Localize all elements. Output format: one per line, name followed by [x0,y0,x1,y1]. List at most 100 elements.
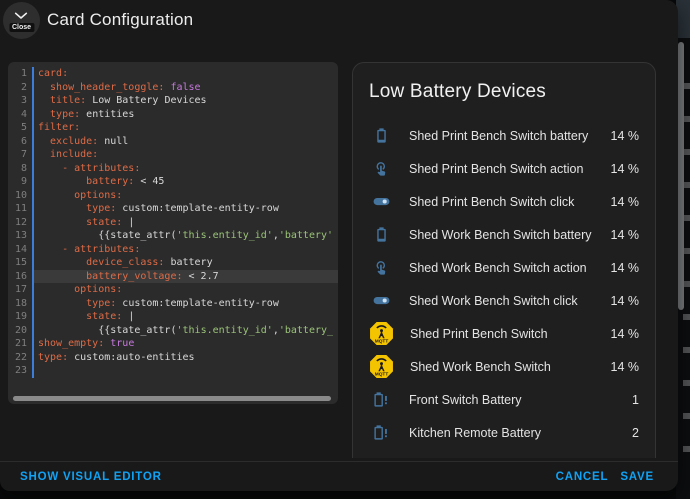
line-number: 19 [8,310,34,324]
code-line-content: options: [38,189,123,201]
occluded-page-content [683,60,690,460]
line-number: 2 [8,80,34,94]
line-number: 10 [8,188,34,202]
code-line-content: {{state_attr('this.entity_id','battery' [38,230,334,241]
code-line-content: show_header_toggle: false [38,81,201,93]
chevron-down-icon [14,12,28,19]
entity-state: 14 % [610,161,640,176]
battery-alert-icon [369,424,393,441]
entity-row[interactable]: MQTT Shed Print Bench Switch 14 % [369,317,639,350]
gesture-tap-icon [369,259,393,276]
page-title: Card Configuration [47,10,194,29]
line-number: 12 [8,215,34,229]
entity-state: 2 [632,425,639,440]
entity-name: Shed Print Bench Switch click [409,194,575,209]
line-number: 21 [8,337,34,351]
entity-row[interactable]: Shed Print Bench Switch click 14 % [369,185,639,218]
code-line-content: - attributes: [38,243,141,255]
code-line: 16 battery_voltage: < 2.7 [8,269,338,283]
code-line: 14 - attributes: [8,242,338,256]
page-vertical-scrollbar[interactable] [678,42,684,310]
entity-name: Shed Print Bench Switch battery [409,128,589,143]
code-line: 13 {{state_attr('this.entity_id','batter… [8,229,338,243]
line-number: 7 [8,148,34,162]
entity-name: Shed Work Bench Switch [410,359,551,374]
code-line-content: - attributes: [38,162,141,174]
entity-row[interactable]: Shed Work Bench Switch action 14 % [369,251,639,284]
cancel-button[interactable]: CANCEL [550,467,615,487]
entity-state: 14 % [610,359,640,374]
code-line: 4 type: entities [8,107,338,121]
mqtt-device-icon: MQTT [369,321,394,346]
entity-row[interactable]: MQTT Shed Work Bench Switch 14 % [369,350,639,383]
line-number: 22 [8,350,34,364]
editor-horizontal-scrollbar[interactable] [13,396,331,401]
entity-row[interactable]: Front Switch Battery 1 [369,383,639,416]
line-number: 8 [8,161,34,175]
preview-card: Low Battery Devices Shed Print Bench Swi… [352,62,656,458]
line-number: 11 [8,202,34,216]
code-line-content: state: | [38,216,135,228]
code-line-content: type: custom:template-entity-row [38,297,279,309]
code-line: 7 include: [8,148,338,162]
code-line-content [34,364,338,378]
entity-name: Kitchen Remote Battery [409,425,542,440]
code-line-content: state: | [38,311,135,322]
battery-icon [369,127,393,144]
code-line-content: device_class: battery [38,257,213,268]
entity-state: 14 % [610,326,640,341]
entity-row[interactable]: Shed Work Bench Switch battery 14 % [369,218,639,251]
code-line: 17 options: [8,283,338,297]
code-line: 8 - attributes: [8,161,338,175]
code-line-content: title: Low Battery Devices [38,95,207,106]
entity-row[interactable]: Shed Print Bench Switch action 14 % [369,152,639,185]
entity-row[interactable]: Kitchen Remote Battery 2 [369,416,639,449]
code-line: 6 exclude: null [8,134,338,148]
line-number: 14 [8,242,34,256]
dialog-footer: SHOW VISUAL EDITOR CANCEL SAVE [0,461,678,491]
entity-name: Shed Work Bench Switch battery [409,227,592,242]
toggle-switch-icon [369,291,393,310]
line-number: 16 [8,269,34,283]
entity-name: Shed Work Bench Switch click [409,293,578,308]
code-line: 12 state: | [8,215,338,229]
svg-text:MQTT: MQTT [375,338,389,344]
card-preview-pane: Low Battery Devices Shed Print Bench Swi… [346,56,672,458]
code-line-content: exclude: null [38,135,129,147]
line-number: 6 [8,134,34,148]
entity-row[interactable]: Shed Print Bench Switch battery 14 % [369,119,639,152]
line-number: 5 [8,121,34,135]
line-number: 18 [8,296,34,310]
battery-alert-icon [369,457,393,458]
entity-row[interactable]: Shed Work Bench Switch click 14 % [369,284,639,317]
code-line-content: include: [38,149,99,160]
entity-state: 14 % [610,194,640,209]
battery-alert-icon [369,391,393,408]
entity-state: 1 [632,392,639,407]
entity-row[interactable]: Middle switch Battery77 [369,449,639,458]
line-number: 4 [8,107,34,121]
line-number: 1 [8,67,34,81]
code-line: 1 card: [8,67,338,81]
mqtt-device-icon: MQTT [369,354,394,379]
line-number: 17 [8,283,34,297]
code-line-content: show_empty: true [38,338,135,349]
line-number: 15 [8,256,34,270]
close-button[interactable]: Close [3,2,40,39]
show-visual-editor-button[interactable]: SHOW VISUAL EDITOR [14,467,168,487]
battery-icon [369,226,393,243]
entity-state: 14 % [610,128,640,143]
line-number: 20 [8,323,34,337]
entity-state: 14 % [610,293,640,308]
code-line: 3 title: Low Battery Devices [8,94,338,108]
code-line: 20 {{state_attr('this.entity_id','batter… [8,323,338,337]
code-line: 19 state: | [8,310,338,324]
save-button[interactable]: SAVE [614,467,660,487]
yaml-editor[interactable]: 1 card: 2 show_header_toggle: false 3 title… [8,62,338,404]
entity-name: Shed Print Bench Switch action [409,161,584,176]
code-line: 15 device_class: battery [8,256,338,270]
entity-name: Front Switch Battery [409,392,522,407]
occluded-app-header [676,0,690,38]
line-number: 9 [8,175,34,189]
code-line-content: options: [38,284,123,295]
